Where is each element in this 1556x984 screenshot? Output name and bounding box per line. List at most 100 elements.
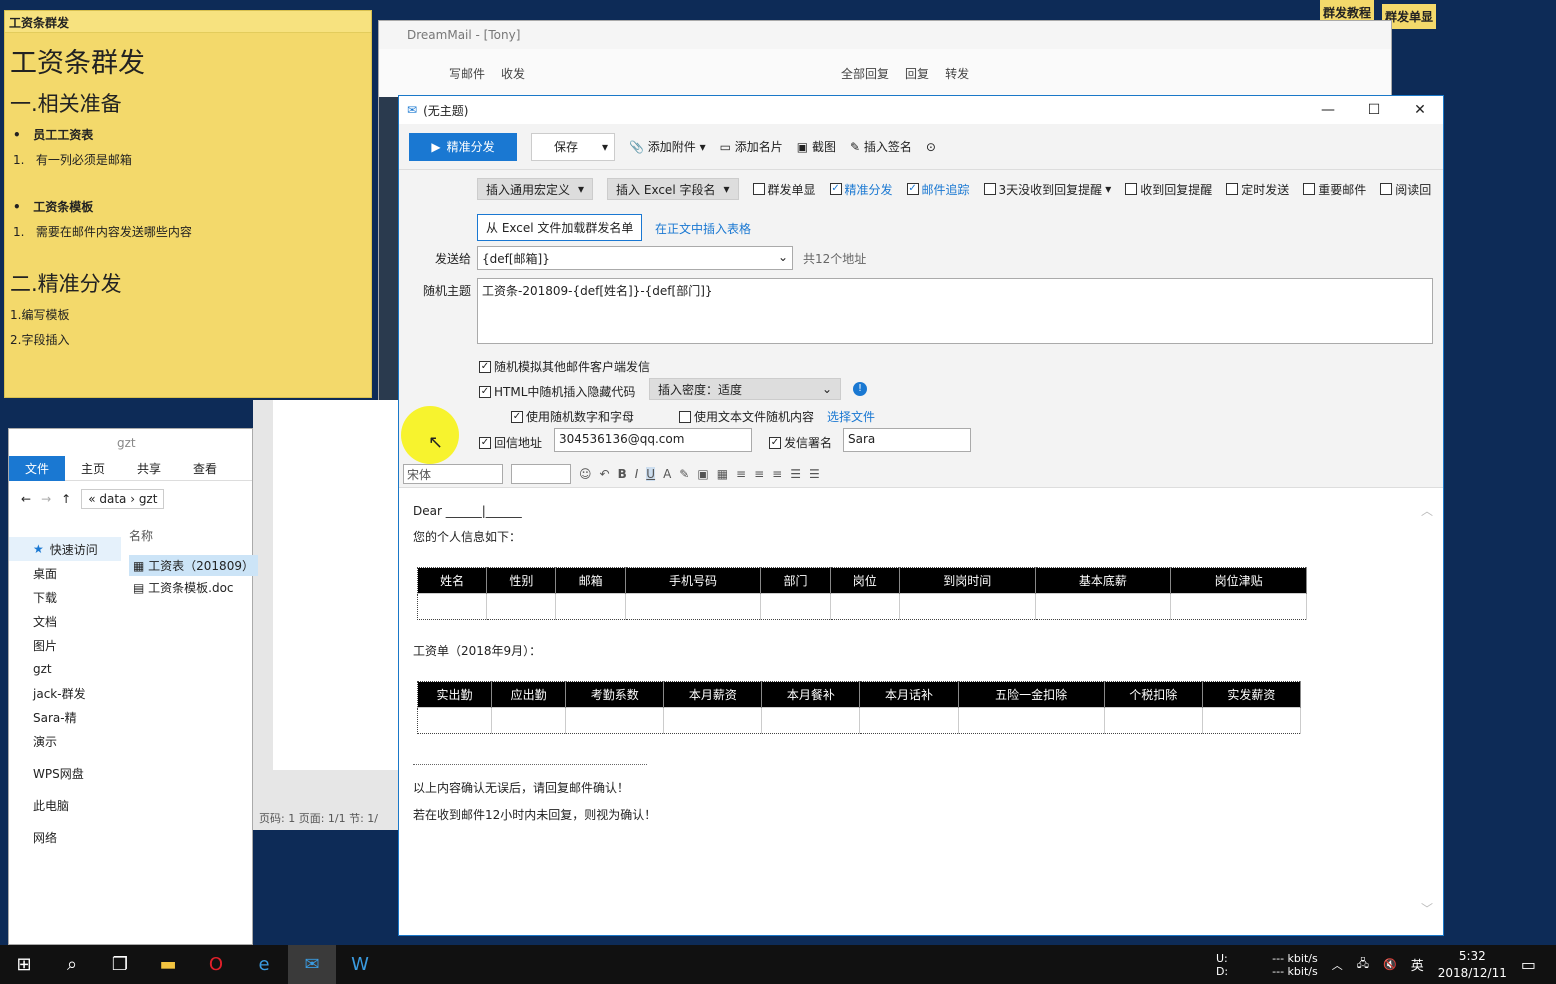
message-body[interactable]: Dear ______|______ 您的个人信息如下： 姓名 性别 邮箱 手机号码部… [413, 496, 1423, 823]
checkbox-html-hidden[interactable]: ✓ HTML中随机插入隐藏代码 [479, 383, 635, 400]
compose-button[interactable]: 写邮件 [449, 65, 485, 82]
notification-icon[interactable]: ▭ [1521, 955, 1536, 974]
file-item[interactable]: ▤ 工资条模板.doc [129, 577, 238, 598]
table-cell[interactable] [761, 707, 861, 734]
network-icon[interactable]: 🖧 [1357, 955, 1369, 974]
font-select[interactable]: 宋体 [403, 463, 503, 484]
sticky-note[interactable]: 工资条群发 工资条群发 一.相关准备 • 员工工资表 1. 有一列必须是邮箱 •… [4, 10, 372, 398]
forward-icon[interactable]: → [41, 492, 51, 506]
nav-item[interactable]: 文档 [9, 609, 121, 633]
table-cell[interactable] [899, 593, 1036, 620]
nav-item[interactable]: 下载 [9, 585, 121, 609]
chevron-down-icon[interactable]: ▾ [602, 140, 608, 154]
table-cell[interactable] [1170, 593, 1307, 620]
undo-icon[interactable]: ↶ [600, 467, 610, 481]
scroll-up-icon[interactable]: ︿ [1421, 502, 1433, 519]
table-cell[interactable] [958, 707, 1105, 734]
wps-icon[interactable]: W [336, 945, 384, 984]
checkbox-3day-reminder[interactable]: 3天没收到回复提醒 ▾ [983, 181, 1111, 198]
checkbox-scheduled-send[interactable]: 定时发送 [1226, 181, 1289, 198]
nav-quick-access[interactable]: ★ 快速访问 [9, 537, 121, 561]
insert-table-link[interactable]: 在正文中插入表格 [655, 220, 751, 237]
align-left-icon[interactable]: ≡ [736, 467, 746, 481]
checkbox-reply-address[interactable]: ✓ 回信地址 [479, 434, 542, 451]
emoji-icon[interactable]: ☺ [579, 467, 592, 481]
opera-icon[interactable]: O [192, 945, 240, 984]
attach-button[interactable]: 📎 添加附件 ▾ [629, 138, 706, 155]
bold-icon[interactable]: B [618, 467, 627, 481]
up-icon[interactable]: ↑ [61, 492, 71, 506]
info-icon[interactable]: ! [853, 382, 867, 396]
scroll-down-icon[interactable]: ﹀ [1421, 900, 1433, 917]
macro-dropdown[interactable]: 插入通用宏定义 ▾ [477, 178, 594, 200]
nav-item[interactable]: gzt [9, 657, 121, 681]
reply-all-button[interactable]: 全部回复 [841, 65, 889, 82]
search-icon[interactable]: ⌕ [48, 945, 96, 984]
table-cell[interactable] [625, 593, 762, 620]
align-center-icon[interactable]: ≡ [754, 467, 764, 481]
ie-icon[interactable]: e [240, 945, 288, 984]
table-cell[interactable] [555, 593, 626, 620]
sender-name-field[interactable]: Sara [843, 428, 971, 452]
font-color-icon[interactable]: A [663, 467, 671, 481]
checkbox-random-chars[interactable]: ✓ 使用随机数字和字母 [511, 408, 634, 425]
load-excel-button[interactable]: 从 Excel 文件加载群发名单 [477, 214, 643, 241]
ribbon-tab-home[interactable]: 主页 [65, 456, 121, 481]
table-cell[interactable] [417, 593, 488, 620]
size-select[interactable] [511, 463, 571, 484]
ribbon-tab-share[interactable]: 共享 [121, 456, 177, 481]
table-cell[interactable] [565, 707, 665, 734]
back-icon[interactable]: ← [21, 492, 31, 506]
close-button[interactable]: ✕ [1397, 96, 1443, 124]
density-dropdown[interactable]: 插入密度：适度 ⌄ [649, 378, 841, 400]
checkbox-read-receipt[interactable]: 阅读回 [1380, 181, 1431, 198]
subject-field[interactable]: 工资条-201809-{def[姓名]}-{def[部门]} [477, 278, 1433, 344]
table-cell[interactable] [859, 707, 959, 734]
nav-item[interactable]: 桌面 [9, 561, 121, 585]
column-header-name[interactable]: 名称 [129, 527, 153, 544]
image-icon[interactable]: ▣ [697, 467, 708, 481]
table-cell[interactable] [760, 593, 831, 620]
more-icon[interactable]: ⊙ [926, 140, 936, 154]
signature-button[interactable]: ✎ 插入签名 [850, 138, 912, 155]
reply-button[interactable]: 回复 [905, 65, 929, 82]
table-cell[interactable] [491, 707, 567, 734]
dreammail-icon[interactable]: ✉ [288, 945, 336, 984]
ribbon-tab-view[interactable]: 查看 [177, 456, 233, 481]
save-button[interactable]: 保存 ▾ [531, 132, 615, 161]
address-bar[interactable]: « data › gzt [81, 489, 165, 509]
file-explorer-icon[interactable]: ▬ [144, 945, 192, 984]
clock[interactable]: 5:32 2018/12/11 [1438, 948, 1507, 982]
table-cell[interactable] [417, 707, 493, 734]
checkbox-mail-tracking[interactable]: ✓ 邮件追踪 [906, 181, 970, 198]
nav-item[interactable]: WPS网盘 [9, 761, 121, 785]
checkbox-random-client[interactable]: ✓ 随机模拟其他邮件客户端发信 [479, 358, 650, 375]
numbered-list-icon[interactable]: ☰ [790, 467, 801, 481]
highlight-icon[interactable]: ✎ [679, 467, 689, 481]
table-cell[interactable] [1202, 707, 1302, 734]
table-cell[interactable] [486, 593, 557, 620]
checkbox-precise-send[interactable]: ✓ 精准分发 [829, 181, 893, 198]
add-card-button[interactable]: ▭ 添加名片 [720, 138, 783, 155]
table-icon[interactable]: ▦ [717, 467, 728, 481]
nav-item[interactable]: 图片 [9, 633, 121, 657]
table-cell[interactable] [1104, 707, 1203, 734]
nav-item[interactable]: 演示 [9, 729, 121, 753]
checkbox-sender-name[interactable]: ✓ 发信署名 [769, 434, 832, 451]
table-cell[interactable] [1035, 593, 1172, 620]
chevron-up-icon[interactable]: ︿ [1332, 957, 1343, 973]
table-cell[interactable] [663, 707, 763, 734]
start-button[interactable]: ⊞ [0, 945, 48, 984]
italic-icon[interactable]: I [635, 467, 639, 481]
maximize-button[interactable]: ☐ [1351, 96, 1397, 124]
minimize-button[interactable]: — [1305, 96, 1351, 124]
underline-icon[interactable]: U [646, 466, 656, 481]
forward-button[interactable]: 转发 [945, 65, 969, 82]
excel-field-dropdown[interactable]: 插入 Excel 字段名 ▾ [607, 178, 739, 200]
screenshot-button[interactable]: ▣ 截图 [797, 138, 836, 155]
nav-item[interactable]: Sara-精 [9, 705, 121, 729]
checkbox-text-file[interactable]: 使用文本文件随机内容 [679, 408, 814, 425]
precise-send-button[interactable]: ▶ 精准分发 [409, 132, 517, 161]
nav-item[interactable]: jack-群发 [9, 681, 121, 705]
checkbox-important[interactable]: 重要邮件 [1303, 181, 1366, 198]
